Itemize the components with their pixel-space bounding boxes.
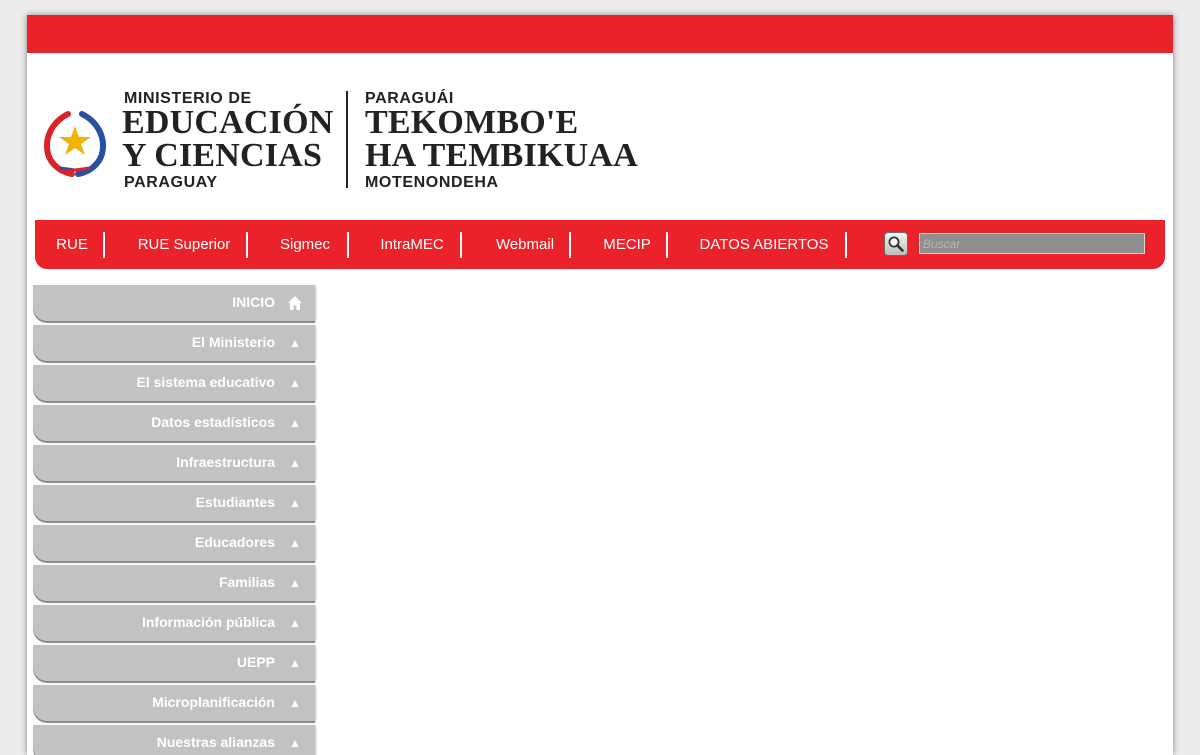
nav-link-webmail[interactable]: Webmail <box>483 220 567 269</box>
sidebar-item-label: Infraestructura <box>176 454 275 470</box>
sidebar-item-label: Microplanificación <box>152 694 275 710</box>
sidebar-item-el-ministerio[interactable]: El Ministerio ▲ <box>33 325 315 361</box>
ministry-name-line2: EDUCACIÓN <box>122 104 334 141</box>
nav-separator <box>103 232 105 258</box>
motto-line3: HA TEMBIKUAA <box>365 137 638 174</box>
sidebar-item-infraestructura[interactable]: Infraestructura ▲ <box>33 445 315 481</box>
nav-separator <box>569 232 571 258</box>
sidebar-item-label: Información pública <box>141 614 275 630</box>
triangle-up-icon: ▲ <box>289 736 301 750</box>
sidebar-item-uepp[interactable]: UEPP ▲ <box>33 645 315 681</box>
sidebar-item-label: Datos estadísticos <box>151 414 275 430</box>
national-emblem-icon <box>44 111 106 177</box>
triangle-up-icon: ▲ <box>289 496 301 510</box>
sidebar-item-label: El sistema educativo <box>136 374 275 390</box>
sidebar-item-label: UEPP <box>236 654 275 670</box>
sidebar-item-label: Educadores <box>194 534 275 550</box>
nav-link-mecip[interactable]: MECIP <box>593 220 661 269</box>
triangle-up-icon: ▲ <box>289 456 301 470</box>
page: MINISTERIO DE EDUCACIÓN Y CIENCIAS PARAG… <box>27 15 1173 755</box>
triangle-up-icon: ▲ <box>289 656 301 670</box>
triangle-up-icon: ▲ <box>289 336 301 350</box>
sidebar-item-familias[interactable]: Familias ▲ <box>33 565 315 601</box>
sidebar-item-label: Nuestras alianzas <box>156 734 275 750</box>
nav-separator <box>347 232 349 258</box>
nav-link-rue-superior[interactable]: RUE Superior <box>127 220 241 269</box>
sidebar-item-datos-estadisticos[interactable]: Datos estadísticos ▲ <box>33 405 315 441</box>
triangle-up-icon: ▲ <box>289 536 301 550</box>
sidebar-item-el-sistema-educativo[interactable]: El sistema educativo ▲ <box>33 365 315 401</box>
nav-link-intramec[interactable]: IntraMEC <box>371 220 453 269</box>
sidebar-item-inicio[interactable]: INICIO <box>33 285 315 321</box>
sidebar-item-nuestras-alianzas[interactable]: Nuestras alianzas ▲ <box>33 725 315 755</box>
sidebar-item-label: El Ministerio <box>191 334 275 350</box>
search-input[interactable] <box>919 233 1145 254</box>
motto-line4: MOTENONDEHA <box>365 174 499 191</box>
motto-line2: TEKOMBO'E <box>365 104 579 141</box>
ministry-name-line3: Y CIENCIAS <box>122 137 323 174</box>
nav-link-datos-abiertos[interactable]: DATOS ABIERTOS <box>689 220 839 269</box>
sidebar-item-label: INICIO <box>232 294 275 310</box>
sidebar-item-educadores[interactable]: Educadores ▲ <box>33 525 315 561</box>
ministry-name-line4: PARAGUAY <box>124 174 218 191</box>
top-navigation: RUE RUE Superior Sigmec IntraMEC Webmail… <box>35 220 1165 269</box>
nav-link-rue[interactable]: RUE <box>49 220 95 269</box>
sidebar-item-microplanificacion[interactable]: Microplanificación ▲ <box>33 685 315 721</box>
nav-separator <box>666 232 668 258</box>
logo-divider <box>346 91 348 188</box>
triangle-up-icon: ▲ <box>289 416 301 430</box>
triangle-up-icon: ▲ <box>289 576 301 590</box>
home-icon <box>287 295 303 311</box>
triangle-up-icon: ▲ <box>289 376 301 390</box>
triangle-up-icon: ▲ <box>289 616 301 630</box>
sidebar-menu: INICIO El Ministerio ▲ El sistema educat… <box>33 285 315 755</box>
sidebar-item-label: Estudiantes <box>195 494 275 510</box>
top-red-bar <box>27 15 1173 53</box>
magnifier-icon <box>888 236 904 252</box>
nav-separator <box>845 232 847 258</box>
nav-separator <box>246 232 248 258</box>
nav-separator <box>460 232 462 258</box>
site-header: MINISTERIO DE EDUCACIÓN Y CIENCIAS PARAG… <box>27 53 1173 220</box>
search-button[interactable] <box>884 232 908 256</box>
triangle-up-icon: ▲ <box>289 696 301 710</box>
nav-link-sigmec[interactable]: Sigmec <box>271 220 339 269</box>
sidebar-item-label: Familias <box>218 574 275 590</box>
sidebar-item-estudiantes[interactable]: Estudiantes ▲ <box>33 485 315 521</box>
sidebar-item-informacion-publica[interactable]: Información pública ▲ <box>33 605 315 641</box>
